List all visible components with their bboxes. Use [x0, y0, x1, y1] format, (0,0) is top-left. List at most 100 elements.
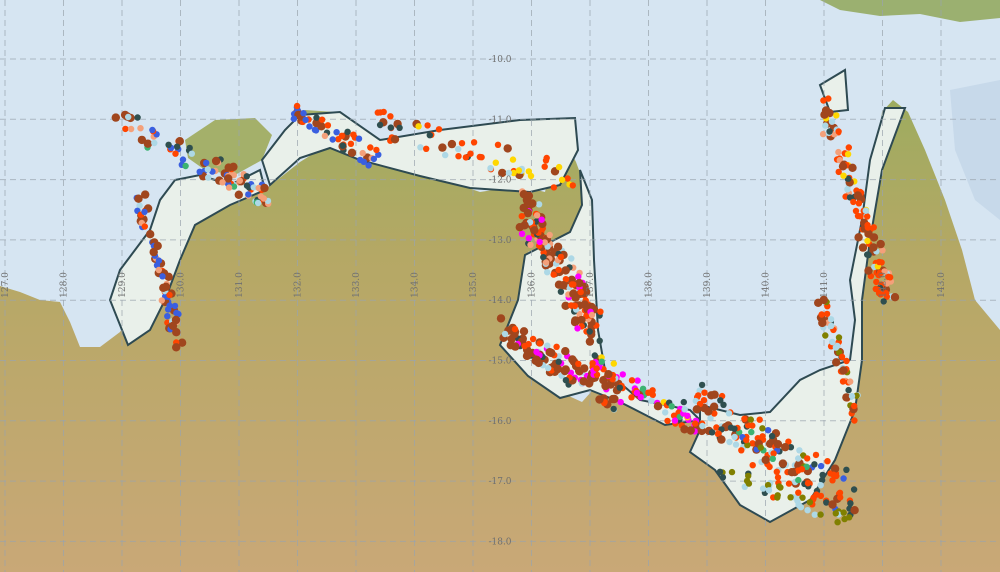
survey-point — [709, 402, 719, 411]
survey-point — [559, 281, 568, 290]
survey-point — [757, 444, 764, 451]
survey-point — [387, 113, 394, 120]
survey-point — [533, 348, 540, 356]
survey-point — [151, 139, 158, 147]
survey-point — [172, 150, 179, 157]
survey-point — [773, 440, 783, 449]
survey-point — [787, 494, 794, 501]
survey-point — [798, 466, 806, 473]
survey-point — [848, 163, 857, 172]
survey-point — [447, 139, 457, 149]
survey-point — [570, 281, 577, 288]
survey-point — [855, 200, 863, 207]
longitude-label: 138.0 — [645, 272, 655, 298]
survey-point — [211, 156, 221, 166]
survey-point — [522, 351, 532, 361]
survey-point — [555, 163, 563, 171]
survey-point — [377, 109, 384, 116]
survey-point — [586, 328, 593, 335]
survey-point — [302, 116, 309, 124]
longitude-label: 128.0 — [60, 272, 70, 298]
survey-point — [164, 272, 173, 281]
survey-point — [876, 239, 885, 249]
survey-point — [155, 266, 162, 274]
survey-point — [568, 355, 577, 364]
survey-point — [833, 112, 840, 119]
survey-point — [588, 311, 596, 319]
survey-point — [604, 370, 613, 379]
survey-point — [561, 266, 570, 275]
survey-point — [196, 168, 203, 175]
survey-point — [778, 459, 788, 468]
survey-point — [577, 315, 586, 325]
survey-point — [467, 150, 474, 157]
survey-point — [717, 397, 724, 404]
longitude-label: 127.0 — [1, 272, 11, 298]
survey-point — [329, 136, 336, 143]
survey-point — [254, 199, 262, 207]
survey-point — [838, 162, 848, 171]
survey-point — [681, 406, 688, 413]
survey-point — [598, 358, 605, 365]
survey-point — [822, 122, 829, 129]
survey-point — [564, 175, 571, 182]
survey-point — [819, 130, 827, 138]
survey-point — [376, 121, 384, 129]
survey-point — [796, 447, 803, 454]
survey-point — [835, 334, 843, 341]
survey-point — [357, 156, 364, 164]
survey-point — [525, 235, 532, 242]
survey-point — [765, 487, 773, 494]
longitude-label: 143.0 — [937, 272, 947, 298]
survey-point — [515, 223, 524, 232]
survey-point — [728, 468, 736, 476]
survey-point — [245, 191, 252, 198]
survey-point — [492, 159, 499, 166]
map-canvas[interactable]: -10.0 -11.0 -12.0 -13.0 -14.0 -15.0 -16.0 -17.0… — [0, 0, 1000, 572]
survey-point — [834, 519, 841, 526]
survey-point — [804, 455, 811, 462]
survey-point — [811, 461, 818, 468]
latitude-label: -16.0 — [488, 417, 511, 427]
survey-point — [826, 128, 833, 135]
survey-point — [717, 435, 726, 444]
survey-point — [748, 428, 755, 436]
survey-point — [553, 364, 563, 374]
survey-point — [725, 410, 733, 417]
survey-point — [476, 153, 483, 161]
survey-point — [182, 162, 189, 170]
survey-point — [761, 455, 770, 465]
longitude-label: 131.0 — [235, 272, 245, 298]
survey-point — [857, 213, 864, 220]
survey-point — [529, 335, 537, 343]
survey-point — [745, 472, 752, 480]
survey-point — [830, 471, 837, 478]
survey-point — [616, 384, 623, 391]
survey-point — [535, 201, 543, 208]
survey-point — [864, 213, 871, 220]
survey-point — [743, 436, 750, 444]
survey-point — [501, 330, 509, 338]
survey-point — [555, 266, 562, 274]
survey-point — [818, 318, 827, 328]
survey-point — [850, 198, 857, 206]
survey-point — [695, 392, 702, 399]
survey-point — [853, 191, 862, 200]
survey-point — [511, 325, 519, 333]
survey-point — [575, 360, 582, 367]
survey-point — [645, 389, 652, 396]
survey-point — [470, 139, 478, 146]
survey-point — [749, 422, 756, 429]
survey-point — [890, 293, 900, 302]
survey-point — [639, 385, 647, 392]
survey-point — [219, 179, 226, 186]
survey-point — [373, 146, 380, 154]
survey-point — [732, 441, 740, 448]
survey-point — [727, 424, 735, 431]
survey-point — [569, 182, 576, 189]
latitude-label: -15.0 — [488, 357, 511, 367]
survey-point — [870, 224, 877, 231]
survey-point — [851, 402, 858, 410]
survey-point — [561, 365, 570, 374]
survey-point — [719, 474, 727, 481]
